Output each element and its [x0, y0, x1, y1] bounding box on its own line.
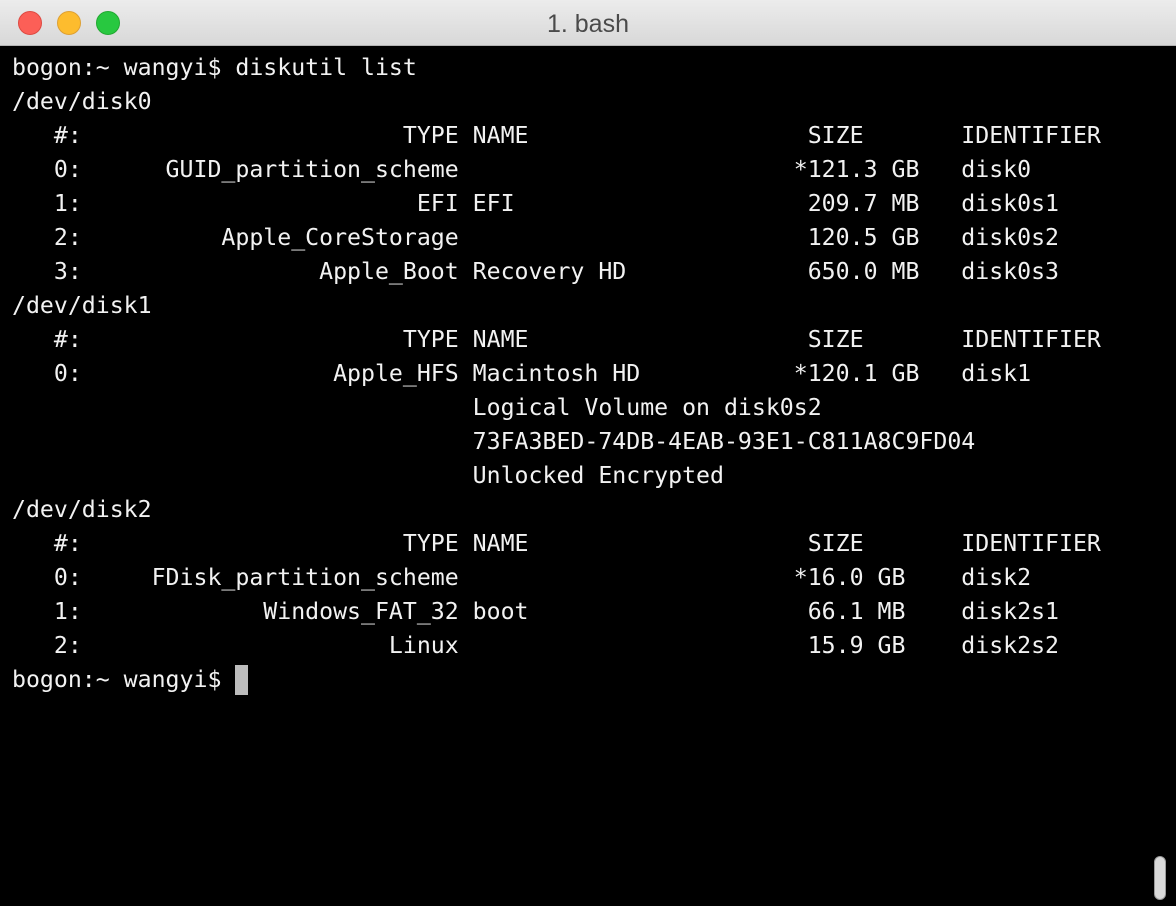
terminal-line-disk2-part0: 0: FDisk_partition_scheme *16.0 GB disk2: [12, 564, 1032, 591]
scrollbar-thumb[interactable]: [1154, 856, 1166, 900]
window-title: 1. bash: [546, 10, 629, 38]
terminal-line-disk1-columns: #: TYPE NAME SIZE IDENTIFIER: [12, 326, 1101, 353]
terminal-line-disk1-header: /dev/disk1: [12, 292, 152, 319]
text-cursor: [235, 665, 249, 695]
terminal-line-disk1-status: Unlocked Encrypted: [12, 462, 724, 489]
terminal-line-disk0-part2: 2: Apple_CoreStorage 120.5 GB disk0s2: [12, 224, 1060, 251]
terminal-lines: bogon:~ wangyi$ diskutil list /dev/disk0…: [12, 51, 1101, 697]
terminal-line-disk0-part0: 0: GUID_partition_scheme *121.3 GB disk0: [12, 156, 1032, 183]
terminal-line-disk0-header: /dev/disk0: [12, 88, 152, 115]
terminal-line-command: bogon:~ wangyi$ diskutil list: [12, 54, 417, 81]
terminal-line-disk1-part0: 0: Apple_HFS Macintosh HD *120.1 GB disk…: [12, 360, 1032, 387]
terminal-line-disk1-uuid: 73FA3BED-74DB-4EAB-93E1-C811A8C9FD04: [12, 428, 976, 455]
title-bar[interactable]: 1. bash: [0, 0, 1176, 46]
terminal-window: 1. bash bogon:~ wangyi$ diskutil list /d…: [0, 0, 1176, 906]
prompt-text: bogon:~ wangyi$: [12, 666, 236, 693]
terminal-prompt-line[interactable]: bogon:~ wangyi$: [12, 663, 1101, 697]
terminal-line-disk0-part1: 1: EFI EFI 209.7 MB disk0s1: [12, 190, 1060, 217]
terminal-line-disk2-part2: 2: Linux 15.9 GB disk2s2: [12, 632, 1060, 659]
terminal-line-disk2-part1: 1: Windows_FAT_32 boot 66.1 MB disk2s1: [12, 598, 1060, 625]
scrollbar-track[interactable]: [1146, 47, 1176, 906]
terminal-line-disk0-part3: 3: Apple_Boot Recovery HD 650.0 MB disk0…: [12, 258, 1060, 285]
terminal-output-area[interactable]: bogon:~ wangyi$ diskutil list /dev/disk0…: [0, 47, 1176, 906]
terminal-line-disk2-columns: #: TYPE NAME SIZE IDENTIFIER: [12, 530, 1101, 557]
terminal-line-disk1-volume: Logical Volume on disk0s2: [12, 394, 822, 421]
terminal-line-disk2-header: /dev/disk2: [12, 496, 152, 523]
terminal-line-disk0-columns: #: TYPE NAME SIZE IDENTIFIER: [12, 122, 1101, 149]
